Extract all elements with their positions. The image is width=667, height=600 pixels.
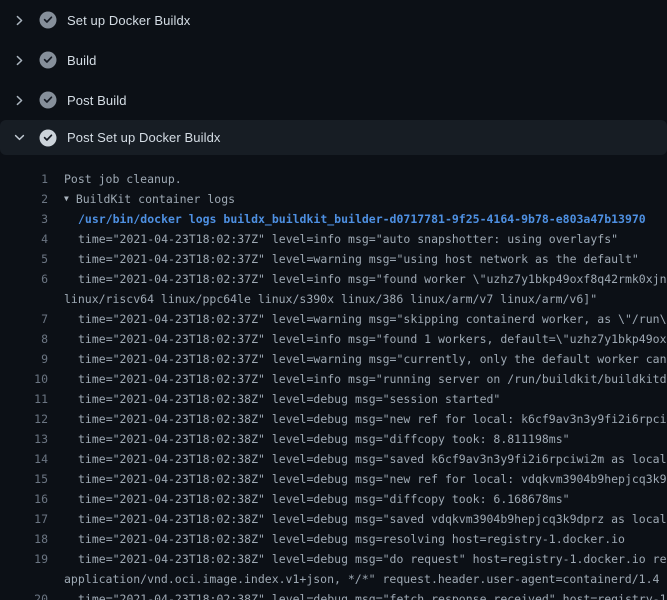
log-line-number[interactable]: 8 bbox=[0, 329, 48, 349]
log-line-number[interactable]: 5 bbox=[0, 249, 48, 269]
log-line: 13 time="2021-04-23T18:02:38Z" level=debu… bbox=[0, 429, 667, 449]
log-line: 6 time="2021-04-23T18:02:37Z" level=info … bbox=[0, 269, 667, 289]
step-title: Build bbox=[67, 53, 96, 68]
log-line-text: time="2021-04-23T18:02:38Z" level=debug … bbox=[78, 429, 570, 449]
log-line: 1 Post job cleanup. bbox=[0, 169, 667, 189]
log-line: 14 time="2021-04-23T18:02:38Z" level=debu… bbox=[0, 449, 667, 469]
log-line-number[interactable]: 2 bbox=[0, 189, 48, 209]
log-line-number[interactable]: 19 bbox=[0, 549, 48, 569]
log-line-wrap: application/vnd.oci.image.index.v1+json,… bbox=[0, 569, 667, 589]
log-line-number[interactable]: 7 bbox=[0, 309, 48, 329]
log-line: 11 time="2021-04-23T18:02:38Z" level=debu… bbox=[0, 389, 667, 409]
log-line-number[interactable]: 6 bbox=[0, 269, 48, 289]
step-row-set-up-docker-buildx[interactable]: Set up Docker Buildx bbox=[0, 0, 667, 40]
step-row-build[interactable]: Build bbox=[0, 40, 667, 80]
check-circle-icon bbox=[39, 129, 57, 147]
actions-log-panel: Set up Docker Buildx Build Post Build Post … bbox=[0, 0, 667, 600]
chevron-right-icon[interactable] bbox=[12, 13, 26, 27]
log-line-text: time="2021-04-23T18:02:37Z" level=info m… bbox=[78, 369, 667, 389]
log-line-text: Post job cleanup. bbox=[64, 169, 182, 189]
log-line-number[interactable]: 4 bbox=[0, 229, 48, 249]
log-line-text: time="2021-04-23T18:02:38Z" level=debug … bbox=[78, 449, 667, 469]
log-line-text: time="2021-04-23T18:02:37Z" level=info m… bbox=[78, 269, 667, 289]
log-line-number[interactable]: 17 bbox=[0, 509, 48, 529]
check-circle-icon bbox=[39, 91, 57, 109]
log-line-number[interactable]: 18 bbox=[0, 529, 48, 549]
log-line-number[interactable]: 10 bbox=[0, 369, 48, 389]
log-line: 3/usr/bin/docker logs buildx_buildkit_bu… bbox=[0, 209, 667, 229]
log-line-number[interactable]: 1 bbox=[0, 169, 48, 189]
step-title: Post Build bbox=[67, 93, 127, 108]
log-line: 9 time="2021-04-23T18:02:37Z" level=warni… bbox=[0, 349, 667, 369]
log-line-text: time="2021-04-23T18:02:38Z" level=debug … bbox=[78, 529, 625, 549]
log-line-number[interactable]: 12 bbox=[0, 409, 48, 429]
log-line-number[interactable]: 3 bbox=[0, 209, 48, 229]
log-line: 17 time="2021-04-23T18:02:38Z" level=debu… bbox=[0, 509, 667, 529]
log-line-text: linux/riscv64 linux/ppc64le linux/s390x … bbox=[64, 289, 597, 309]
step-title: Post Set up Docker Buildx bbox=[67, 130, 221, 145]
log-line-number[interactable]: 20 bbox=[0, 589, 48, 600]
log-viewer: 1 Post job cleanup. 2 ▼ BuildKit container l… bbox=[0, 155, 667, 600]
log-line: 4 time="2021-04-23T18:02:37Z" level=info … bbox=[0, 229, 667, 249]
step-row-post-build[interactable]: Post Build bbox=[0, 80, 667, 120]
chevron-right-icon[interactable] bbox=[12, 93, 26, 107]
log-line: 16 time="2021-04-23T18:02:38Z" level=debu… bbox=[0, 489, 667, 509]
log-line-number[interactable]: 11 bbox=[0, 389, 48, 409]
log-line: 2 ▼ BuildKit container logs bbox=[0, 189, 667, 209]
log-line-text: time="2021-04-23T18:02:37Z" level=info m… bbox=[78, 329, 667, 349]
log-line-text: time="2021-04-23T18:02:38Z" level=debug … bbox=[78, 509, 667, 529]
log-line-number[interactable]: 15 bbox=[0, 469, 48, 489]
log-line-number[interactable]: 9 bbox=[0, 349, 48, 369]
log-line-text: time="2021-04-23T18:02:38Z" level=debug … bbox=[78, 389, 500, 409]
group-label[interactable]: BuildKit container logs bbox=[76, 192, 235, 206]
log-line: 10 time="2021-04-23T18:02:37Z" level=info… bbox=[0, 369, 667, 389]
log-line-text: time="2021-04-23T18:02:37Z" level=warnin… bbox=[78, 309, 667, 329]
log-line-text: time="2021-04-23T18:02:38Z" level=debug … bbox=[78, 549, 667, 569]
log-line-text: time="2021-04-23T18:02:37Z" level=info m… bbox=[78, 229, 618, 249]
log-line: 5 time="2021-04-23T18:02:37Z" level=warni… bbox=[0, 249, 667, 269]
log-line: 18 time="2021-04-23T18:02:38Z" level=debu… bbox=[0, 529, 667, 549]
log-line: 19 time="2021-04-23T18:02:38Z" level=debu… bbox=[0, 549, 667, 569]
log-line-text: time="2021-04-23T18:02:37Z" level=warnin… bbox=[78, 349, 667, 369]
log-line: 12 time="2021-04-23T18:02:38Z" level=debu… bbox=[0, 409, 667, 429]
check-circle-icon bbox=[39, 11, 57, 29]
chevron-down-icon[interactable] bbox=[12, 131, 26, 145]
log-line: 8 time="2021-04-23T18:02:37Z" level=info … bbox=[0, 329, 667, 349]
log-line-text: time="2021-04-23T18:02:38Z" level=debug … bbox=[78, 409, 667, 429]
log-line-number[interactable]: 14 bbox=[0, 449, 48, 469]
log-line-text: time="2021-04-23T18:02:38Z" level=debug … bbox=[78, 489, 570, 509]
steps-list: Set up Docker Buildx Build Post Build Post … bbox=[0, 0, 667, 155]
log-line: 7 time="2021-04-23T18:02:37Z" level=warni… bbox=[0, 309, 667, 329]
check-circle-icon bbox=[39, 51, 57, 69]
log-line: 15 time="2021-04-23T18:02:38Z" level=debu… bbox=[0, 469, 667, 489]
log-line: 20 time="2021-04-23T18:02:38Z" level=debu… bbox=[0, 589, 667, 600]
log-line-wrap: linux/riscv64 linux/ppc64le linux/s390x … bbox=[0, 289, 667, 309]
log-line-text: time="2021-04-23T18:02:37Z" level=warnin… bbox=[78, 249, 639, 269]
step-row-post-set-up-docker-buildx[interactable]: Post Set up Docker Buildx bbox=[0, 120, 667, 155]
chevron-right-icon[interactable] bbox=[12, 53, 26, 67]
step-title: Set up Docker Buildx bbox=[67, 13, 190, 28]
log-group-text: ▼ BuildKit container logs bbox=[64, 189, 235, 209]
log-line-number[interactable]: 13 bbox=[0, 429, 48, 449]
log-line-number bbox=[0, 289, 48, 309]
log-line-number[interactable]: 16 bbox=[0, 489, 48, 509]
log-command-text: /usr/bin/docker logs buildx_buildkit_bui… bbox=[78, 209, 646, 229]
log-line-text: time="2021-04-23T18:02:38Z" level=debug … bbox=[78, 589, 667, 600]
log-line-text: time="2021-04-23T18:02:38Z" level=debug … bbox=[78, 469, 667, 489]
group-toggle-caret-icon[interactable]: ▼ bbox=[64, 189, 69, 209]
log-line-number bbox=[0, 569, 48, 589]
log-line-text: application/vnd.oci.image.index.v1+json,… bbox=[64, 569, 659, 589]
